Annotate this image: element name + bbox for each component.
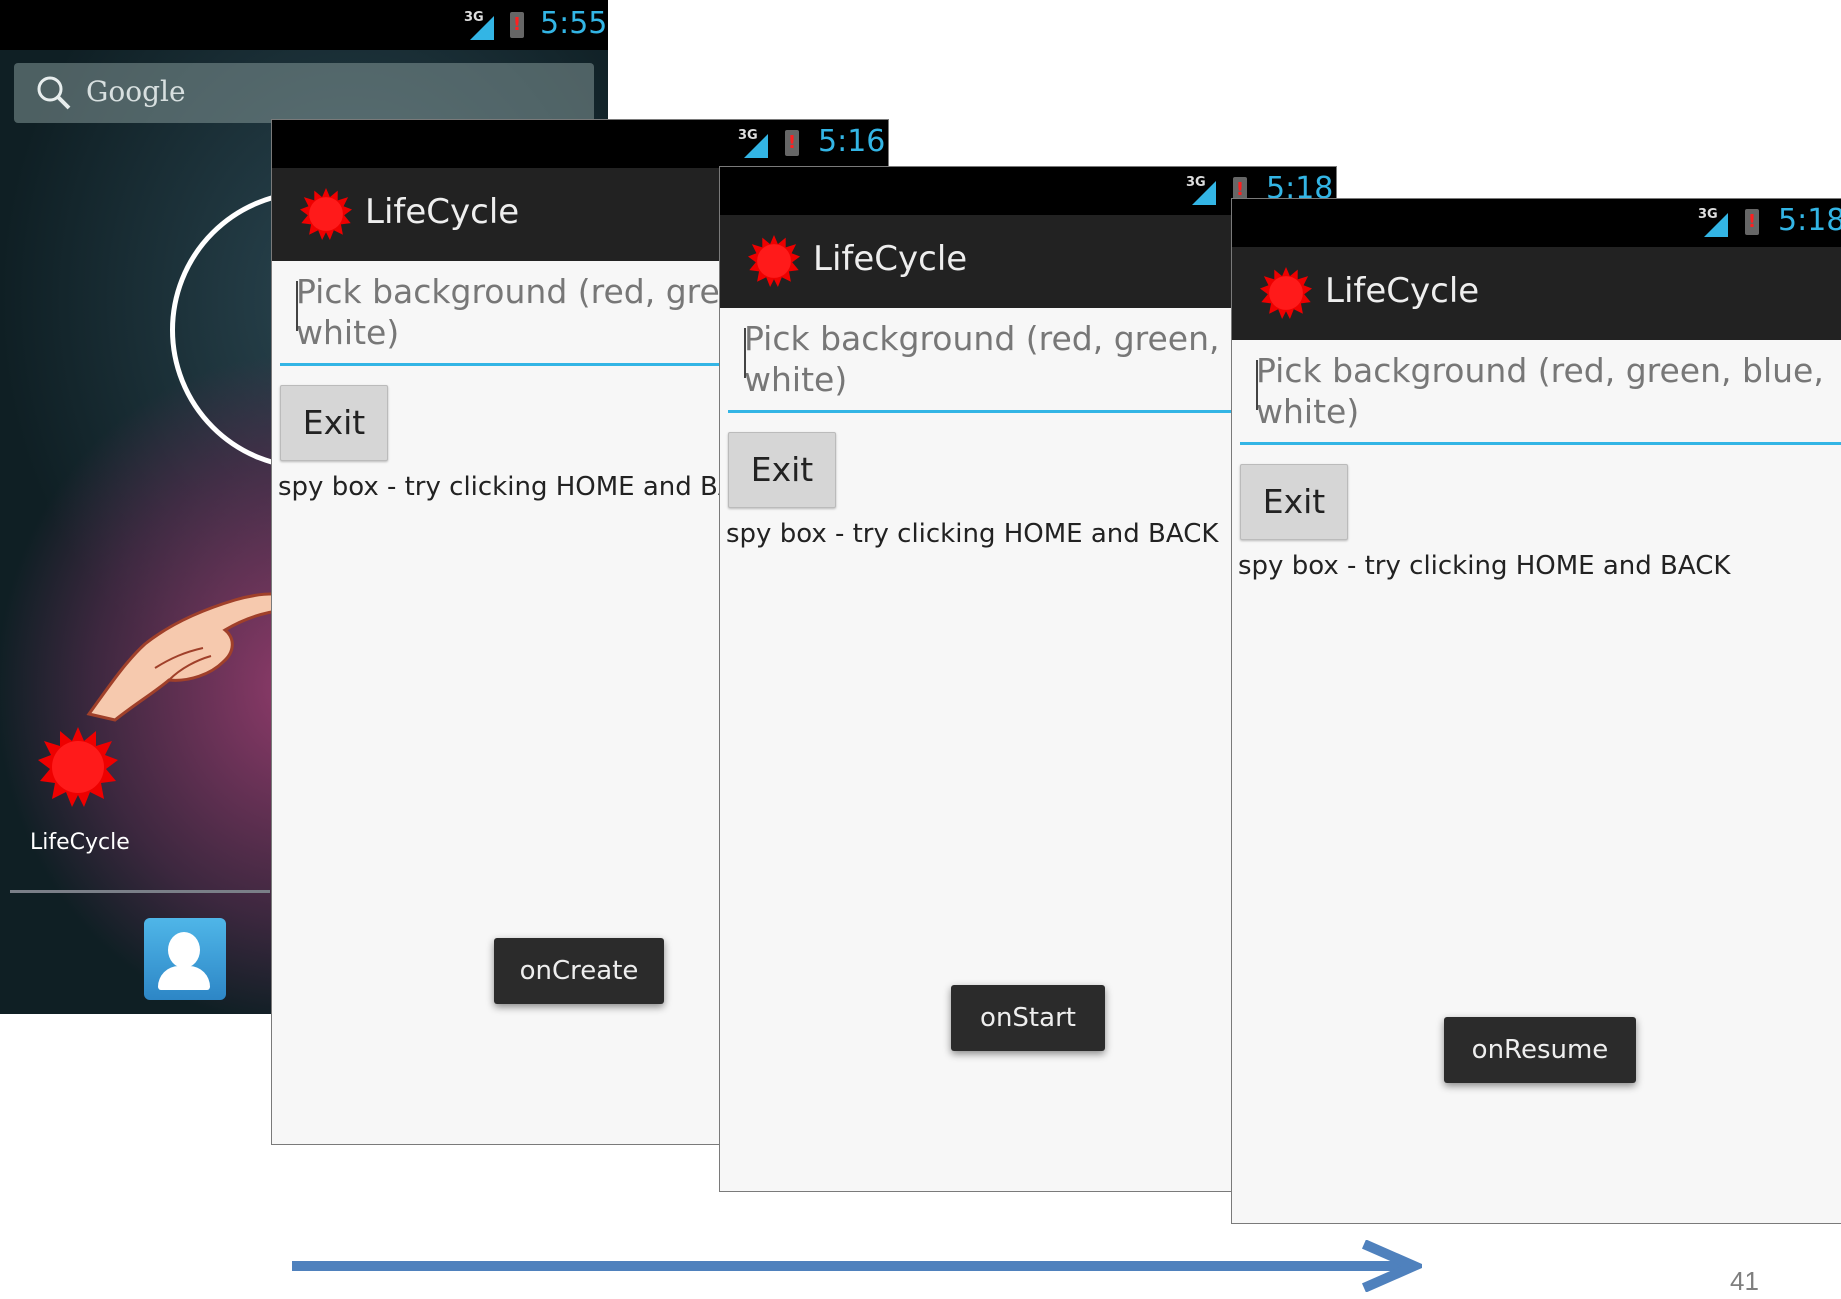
input-hint-line1: Pick background (red, green, blue, (1256, 351, 1824, 390)
action-bar: LifeCycle (1232, 247, 1841, 340)
signal-icon (1192, 181, 1216, 205)
lifecycle-toast: onStart (951, 985, 1105, 1051)
status-bar: 3G 5:18 (1232, 199, 1841, 247)
google-search-bar[interactable]: Google (14, 63, 594, 123)
sun-icon (300, 188, 352, 240)
app-title: LifeCycle (1325, 271, 1480, 311)
page-number: 41 (1730, 1266, 1759, 1296)
app-title: LifeCycle (813, 239, 968, 279)
status-bar: 3G 5:16 (272, 120, 888, 168)
search-label: Google (86, 75, 186, 108)
sun-icon (748, 235, 800, 287)
progress-arrow-icon (292, 1240, 1422, 1292)
spy-box-text: spy box - try clicking HOME and BACK (278, 472, 771, 502)
input-hint-line2: white) (1256, 392, 1360, 431)
status-bar: 3G 5:55 (0, 0, 608, 50)
input-underline (1240, 442, 1841, 445)
sun-icon (1260, 267, 1312, 319)
text-cursor (296, 281, 298, 331)
status-time: 5:16 (818, 124, 886, 159)
status-time: 5:55 (540, 6, 608, 41)
signal-icon (1704, 213, 1728, 237)
exit-button[interactable]: Exit (280, 385, 388, 461)
spy-box-text: spy box - try clicking HOME and BACK (726, 519, 1219, 549)
status-time: 5:18 (1778, 203, 1841, 238)
lifecycle-toast: onCreate (494, 938, 664, 1004)
search-icon (37, 76, 71, 110)
battery-alert-icon (510, 12, 524, 38)
background-input[interactable]: Pick background (red, green, blue, white… (1240, 350, 1841, 445)
dock-divider (10, 890, 270, 893)
phone-screen-onresume: 3G 5:18 LifeCycle Pick background (red, … (1231, 198, 1841, 1224)
signal-icon (470, 16, 494, 40)
contacts-icon[interactable] (144, 918, 226, 1000)
text-cursor (744, 328, 746, 378)
battery-alert-icon (1745, 209, 1759, 235)
battery-alert-icon (785, 130, 799, 156)
exit-button[interactable]: Exit (728, 432, 836, 508)
sun-icon[interactable] (38, 727, 118, 807)
text-cursor (1256, 360, 1258, 410)
app-title: LifeCycle (365, 192, 520, 232)
pointing-hand-icon (86, 592, 295, 722)
signal-icon (744, 134, 768, 158)
home-app-label[interactable]: LifeCycle (30, 830, 130, 855)
lifecycle-toast: onResume (1444, 1017, 1636, 1083)
exit-button[interactable]: Exit (1240, 464, 1348, 540)
spy-box-text: spy box - try clicking HOME and BACK (1238, 551, 1731, 581)
